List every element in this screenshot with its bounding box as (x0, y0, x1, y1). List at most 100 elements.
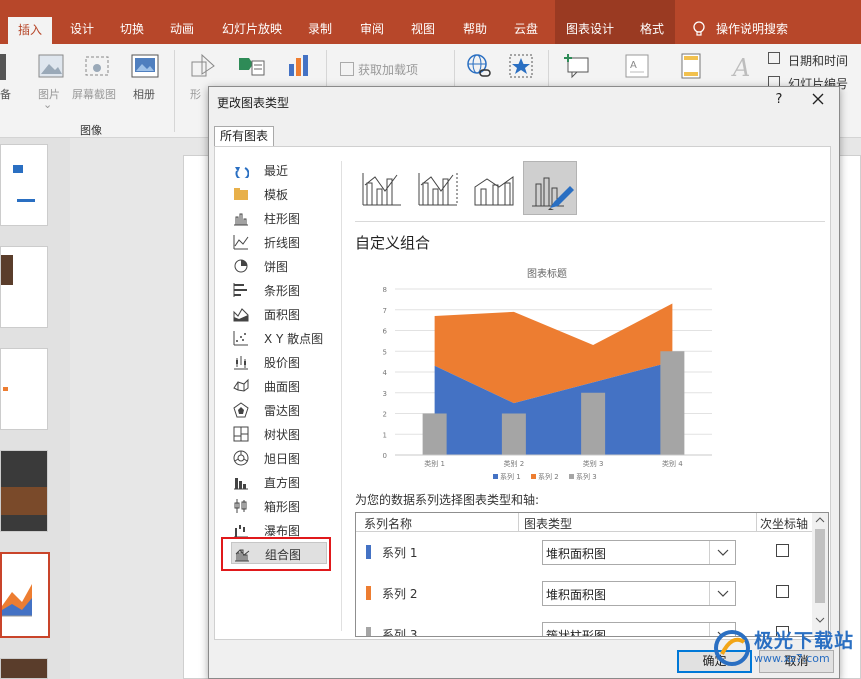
series-chart-type-select[interactable]: 堆积面积图 (542, 540, 736, 565)
action-star-icon[interactable] (506, 52, 536, 80)
custom-combo-pencil-icon (532, 177, 574, 210)
bar-chart-icon (233, 282, 249, 298)
slide-thumbnail-3[interactable] (0, 348, 48, 430)
textbox-icon[interactable]: A (622, 52, 652, 80)
tab-review[interactable]: 审阅 (352, 14, 392, 44)
header-footer-icon[interactable] (676, 52, 706, 80)
col-separator-2 (756, 513, 757, 531)
tab-insert[interactable]: 插入 (8, 17, 52, 44)
close-icon[interactable] (807, 90, 829, 110)
context-title-strip (555, 0, 675, 14)
slide-thumbnail-6[interactable] (0, 658, 48, 679)
chart-type-label: 股价图 (264, 356, 301, 370)
chart-type-pie-chart[interactable]: 饼图 (231, 255, 341, 277)
secondary-axis-checkbox[interactable] (776, 544, 789, 557)
chart-type-label: 最近 (264, 164, 289, 178)
thumb-photo-2 (1, 487, 47, 515)
subtype-clustered-column-line[interactable] (355, 161, 409, 215)
tab-view[interactable]: 视图 (403, 14, 443, 44)
chart-type-scatter-chart[interactable]: X Y 散点图 (231, 327, 341, 349)
chart-type-boxplot[interactable]: 箱形图 (231, 495, 341, 517)
stock-chart-icon (233, 354, 249, 370)
slide-thumbnail-2[interactable] (0, 246, 48, 328)
chart-type-label: 直方图 (264, 476, 301, 490)
photo-album-icon[interactable] (130, 52, 160, 80)
chart-type-label: 雷达图 (264, 404, 301, 418)
clustered-column-line-icon (362, 173, 401, 206)
chart-type-sunburst[interactable]: 旭日图 (231, 447, 341, 469)
change-chart-type-dialog: 更改图表类型 ? 所有图表 最近 模板 柱形图 折线图 饼图 条形图 面积图 X Y 散点图股… (208, 86, 840, 679)
slide-thumbnail-4[interactable] (0, 450, 48, 532)
chart-icon[interactable] (284, 52, 314, 80)
picture-dropdown-icon: ⌄ (43, 98, 53, 111)
store-icon[interactable] (340, 62, 354, 76)
comment-icon[interactable] (562, 52, 592, 80)
slide-thumbnail-1[interactable] (0, 144, 48, 226)
x-tick-label: 类别 1 (424, 459, 445, 468)
screenshot-icon[interactable] (82, 52, 112, 80)
tab-help[interactable]: 帮助 (455, 14, 495, 44)
smartart-icon[interactable] (236, 52, 266, 80)
chart-type-radar-chart[interactable]: 雷达图 (231, 399, 341, 421)
shapes-label: 形 (190, 88, 201, 101)
chart-type-column-chart[interactable]: 柱形图 (231, 207, 341, 229)
chart-type-stock-chart[interactable]: 股价图 (231, 351, 341, 373)
picture-icon[interactable] (36, 52, 66, 80)
series-chart-type-select[interactable]: 堆积面积图 (542, 581, 736, 606)
thumb-title-mark (13, 165, 23, 173)
slide-thumbnail-5-selected[interactable] (0, 552, 50, 638)
tab-animations[interactable]: 动画 (160, 14, 204, 44)
wordart-icon[interactable]: A (728, 52, 758, 82)
chart-type-folder[interactable]: 模板 (231, 183, 341, 205)
chart-type-bar-chart[interactable]: 条形图 (231, 279, 341, 301)
tab-chart-design[interactable]: 图表设计 (558, 14, 622, 44)
subtype-column-line-secondary[interactable] (411, 161, 465, 215)
ribbon-separator (174, 50, 175, 132)
ribbon-tab-bar: 插入 设计 切换 动画 幻灯片放映 录制 审阅 视图 帮助 云盘 图表设计 格式… (0, 14, 861, 44)
calendar-icon[interactable] (768, 52, 780, 64)
y-tick-label: 3 (383, 390, 387, 398)
chart-type-label: 面积图 (264, 308, 301, 322)
legend-swatch (531, 474, 536, 479)
help-button[interactable]: ? (769, 92, 789, 107)
tab-cloud[interactable]: 云盘 (506, 14, 546, 44)
chart-type-label: 箱形图 (264, 500, 301, 514)
subtype-divider (355, 221, 825, 222)
link-globe-icon[interactable] (464, 52, 494, 80)
shapes-icon[interactable] (188, 52, 218, 80)
tab-slideshow[interactable]: 幻灯片放映 (214, 14, 290, 44)
thumb-text-mark (3, 387, 8, 391)
chart-type-line-chart[interactable]: 折线图 (231, 231, 341, 253)
subtype-stacked-area-column[interactable] (467, 161, 521, 215)
y-tick-label: 5 (383, 348, 387, 356)
date-time-button[interactable]: 日期和时间 (788, 52, 848, 69)
y-tick-label: 6 (383, 328, 388, 336)
series-chart-type-select[interactable]: 簇状柱形图 (542, 622, 736, 636)
legend-swatch (569, 474, 574, 479)
chevron-down-icon[interactable] (709, 582, 735, 605)
get-addins-button[interactable]: 获取加载项 (358, 61, 418, 78)
chart-svg: 0 1 2 3 4 5 6 7 8 类别 1 类别 2 类别 3 类别 4 系列 1 系列 2 系列 3 (383, 286, 712, 481)
series-table-scrollbar[interactable] (812, 513, 828, 636)
chart-type-recent[interactable]: 最近 (231, 159, 341, 181)
scroll-up-icon[interactable] (812, 513, 828, 527)
tab-record[interactable]: 录制 (300, 14, 340, 44)
tab-design[interactable]: 设计 (60, 14, 104, 44)
tell-me-search[interactable]: 操作说明搜索 (716, 14, 800, 44)
subtype-custom-combination[interactable] (523, 161, 577, 215)
bar-series-3 (660, 351, 685, 455)
tab-transitions[interactable]: 切换 (110, 14, 154, 44)
tab-all-charts[interactable]: 所有图表 (214, 126, 275, 146)
chart-type-label: 饼图 (264, 260, 289, 274)
chart-type-surface-chart[interactable]: 曲面图 (231, 375, 341, 397)
chevron-down-icon[interactable] (709, 541, 735, 564)
tab-format[interactable]: 格式 (632, 14, 672, 44)
secondary-axis-checkbox[interactable] (776, 585, 789, 598)
chart-type-treemap[interactable]: 树状图 (231, 423, 341, 445)
chart-type-histogram[interactable]: 直方图 (231, 471, 341, 493)
svg-text:A: A (731, 54, 750, 80)
x-tick-label: 类别 3 (583, 459, 604, 468)
chart-type-area-chart[interactable]: 面积图 (231, 303, 341, 325)
bar-series-3 (501, 413, 526, 455)
scroll-thumb[interactable] (815, 529, 825, 603)
